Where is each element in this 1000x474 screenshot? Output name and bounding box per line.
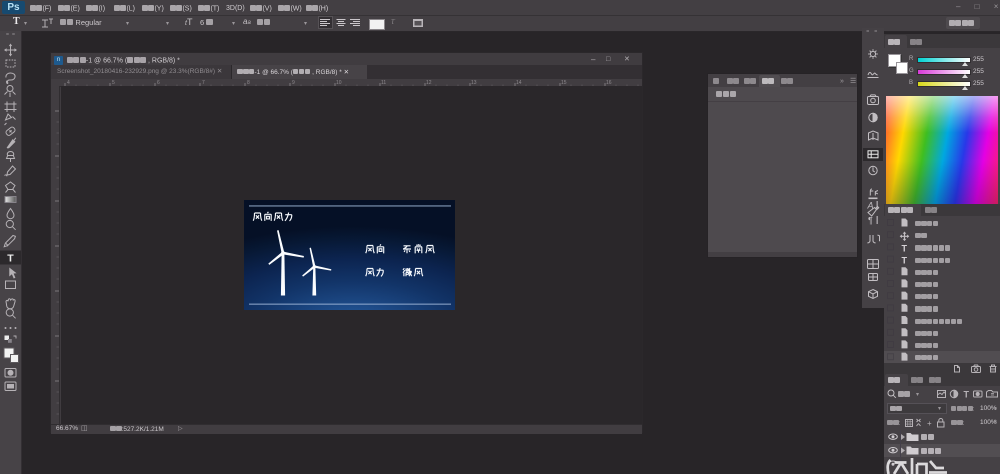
svg-text:T: T xyxy=(902,243,908,253)
svg-text:T: T xyxy=(902,256,908,266)
svg-text:A: A xyxy=(867,201,874,211)
svg-text:¶: ¶ xyxy=(868,216,873,226)
svg-text:+: + xyxy=(927,419,932,428)
svg-text:T: T xyxy=(964,390,970,400)
svg-text:T: T xyxy=(7,253,14,265)
